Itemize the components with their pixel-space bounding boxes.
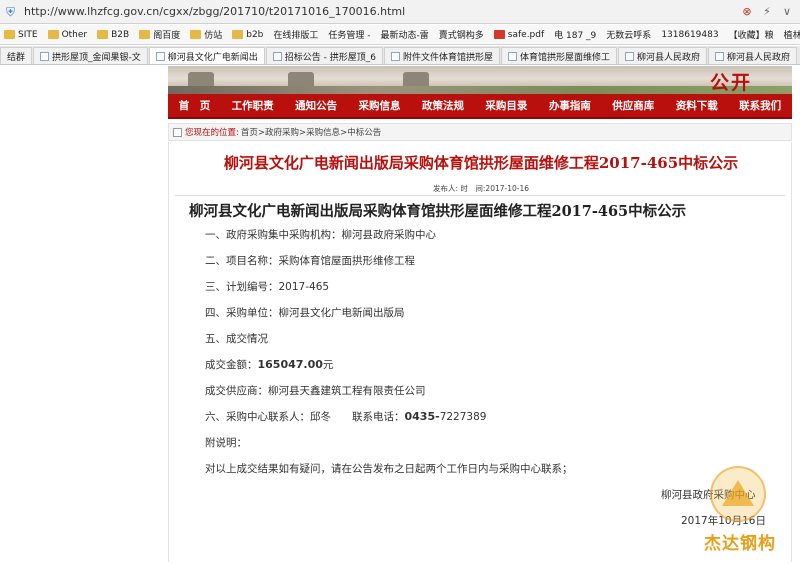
browser-tab[interactable]: 体育馆拱形屋面维修工 <box>501 47 618 64</box>
nav-guide[interactable]: 办事指南 <box>549 98 591 113</box>
web-page: 公开 首 页 工作职责 通知公告 采购信息 政策法规 采购目录 办事指南 供应商… <box>0 66 800 564</box>
browser-tab[interactable]: 柳河县人民政府 <box>708 47 798 64</box>
article-heading: 柳河县文化广电新闻出版局采购体育馆拱形屋面维修工程2017-465中标公示 <box>189 203 687 220</box>
browser-tab-active[interactable]: 柳河县文化广电新闻出 <box>148 47 265 64</box>
article-line: 五、成交情况 <box>205 333 268 345</box>
nav-contact[interactable]: 联系我们 <box>739 98 781 113</box>
deal-supplier: 成交供应商：柳河县天鑫建筑工程有限责任公司 <box>205 385 426 397</box>
article-line: 三、计划编号：2017-465 <box>205 281 330 293</box>
deal-amount: 成交金额：165047.00元 <box>205 358 334 371</box>
page-title: 柳河县文化广电新闻出版局采购体育馆拱形屋面维修工程2017-465中标公示 <box>223 154 739 172</box>
divider <box>175 195 785 196</box>
folder-icon <box>97 30 109 39</box>
folder-icon <box>4 30 15 39</box>
bookmark-item[interactable]: B2B <box>97 30 129 40</box>
folder-icon <box>232 30 244 39</box>
logo-icon <box>722 480 754 506</box>
folder-icon <box>47 30 59 39</box>
page-icon <box>715 51 725 61</box>
bookmark-item[interactable]: 任务管理 - <box>328 28 370 41</box>
article-line: 四、采购单位：柳河县文化广电新闻出版局 <box>205 307 405 319</box>
folder-icon <box>190 30 202 39</box>
address-tools: ⊗ ⚡ ∨ <box>740 5 794 19</box>
note-label: 附说明： <box>205 437 247 449</box>
page-icon <box>508 51 517 61</box>
nav-catalog[interactable]: 采购目录 <box>485 98 527 113</box>
tab-strip: 结群 拱形屋顶_金闻果银-文 柳河县文化广电新闻出 招标公告 - 拱形屋顶_6 … <box>0 46 800 65</box>
time-label: 时 间: <box>460 184 486 193</box>
page-icon <box>390 51 400 61</box>
url-field[interactable]: http://www.lhzfcg.gov.cn/cgxx/zbgg/20171… <box>24 5 740 18</box>
stop-icon[interactable]: ⊗ <box>740 5 754 19</box>
browser-tab[interactable]: 招标公告 - 拱形屋顶_6 <box>265 47 383 64</box>
lightning-icon[interactable]: ⚡ <box>760 5 774 19</box>
browser-tab[interactable]: 柳河县人民政府 <box>618 47 708 64</box>
site-banner: 公开 <box>168 66 792 94</box>
bookmark-item[interactable]: 【收藏】粮 <box>729 28 774 41</box>
banner-tag: 公开 <box>709 72 752 94</box>
bookmark-item[interactable]: SITE <box>4 30 38 40</box>
page-icon <box>40 51 50 61</box>
main-nav: 首 页 工作职责 通知公告 采购信息 政策法规 采购目录 办事指南 供应商库 资… <box>168 94 792 119</box>
bookmark-item[interactable]: safe.pdf <box>493 30 544 40</box>
note-text: 对以上成交结果如有疑问，请在公告发布之日起两个工作日内与采购中心联系； <box>205 463 573 475</box>
article-line: 一、政府采购集中采购机构：柳河县政府采购中心 <box>205 229 436 241</box>
nav-suppliers[interactable]: 供应商库 <box>612 98 654 113</box>
contact-line: 六、采购中心联系人：邱冬 联系电话：0435-7227389 <box>205 410 487 423</box>
page-icon <box>272 51 282 61</box>
watermark-text: 杰达钢构 <box>704 534 776 554</box>
nav-home[interactable]: 首 页 <box>179 98 211 113</box>
article-meta: 发布人: 时 间:2017-10-16 <box>169 183 793 194</box>
banner-decoration <box>168 86 792 94</box>
bookmark-item[interactable]: 植林拱形屋 <box>784 28 800 41</box>
breadcrumb-path[interactable]: 首页>政府采购>采购信息>中标公告 <box>241 126 381 138</box>
shield-icon: ⛨ <box>6 4 16 19</box>
publish-date: 2017-10-16 <box>485 184 530 193</box>
bookmark-item[interactable]: 在线排版工 <box>273 28 318 41</box>
publisher-label: 发布人: <box>432 184 458 193</box>
chevron-down-icon[interactable]: ∨ <box>780 5 794 19</box>
home-icon <box>173 127 182 137</box>
page-icon <box>625 51 635 61</box>
page-icon <box>155 51 165 61</box>
bookmark-item[interactable]: 最新动态-雷 <box>381 28 429 41</box>
bookmark-item[interactable]: 阁百度 <box>139 28 180 41</box>
bookmarks-bar: SITE Other B2B 阁百度 仿站 b2b 在线排版工 任务管理 - 最… <box>0 25 800 45</box>
browser-tab[interactable]: 拱形屋顶_金闻果银-文 <box>33 47 148 64</box>
folder-icon <box>139 30 151 39</box>
article-line: 二、项目名称：采购体育馆屋面拱形维修工程 <box>205 255 415 267</box>
address-bar: ⛨ http://www.lhzfcg.gov.cn/cgxx/zbgg/201… <box>0 0 800 24</box>
nav-duties[interactable]: 工作职责 <box>232 98 274 113</box>
nav-procurement-info[interactable]: 采购信息 <box>359 98 401 113</box>
browser-tab[interactable]: 结群 <box>0 47 33 64</box>
browser-tab[interactable]: 附件文件体育馆拱形屋 <box>383 47 500 64</box>
bookmark-item[interactable]: 仿站 <box>190 28 222 41</box>
bookmark-item[interactable]: 无数云呼系 <box>606 28 651 41</box>
bookmark-item[interactable]: b2b <box>232 30 263 40</box>
bookmark-item[interactable]: 賣式钢构多 <box>439 28 484 41</box>
bookmark-item[interactable]: 1318619483 <box>661 30 718 40</box>
breadcrumb-label: 您现在的位置: <box>185 128 239 138</box>
pdf-icon <box>493 30 505 39</box>
breadcrumb: 您现在的位置: 首页>政府采购>采购信息>中标公告 <box>168 123 792 141</box>
nav-notices[interactable]: 通知公告 <box>295 98 337 113</box>
nav-downloads[interactable]: 资料下载 <box>676 98 718 113</box>
watermark-logo: 杰达钢构 <box>688 466 792 564</box>
bookmark-item[interactable]: 电 187 _9 <box>554 28 596 41</box>
nav-policies[interactable]: 政策法规 <box>422 98 464 113</box>
bookmark-item[interactable]: Other <box>47 30 87 40</box>
